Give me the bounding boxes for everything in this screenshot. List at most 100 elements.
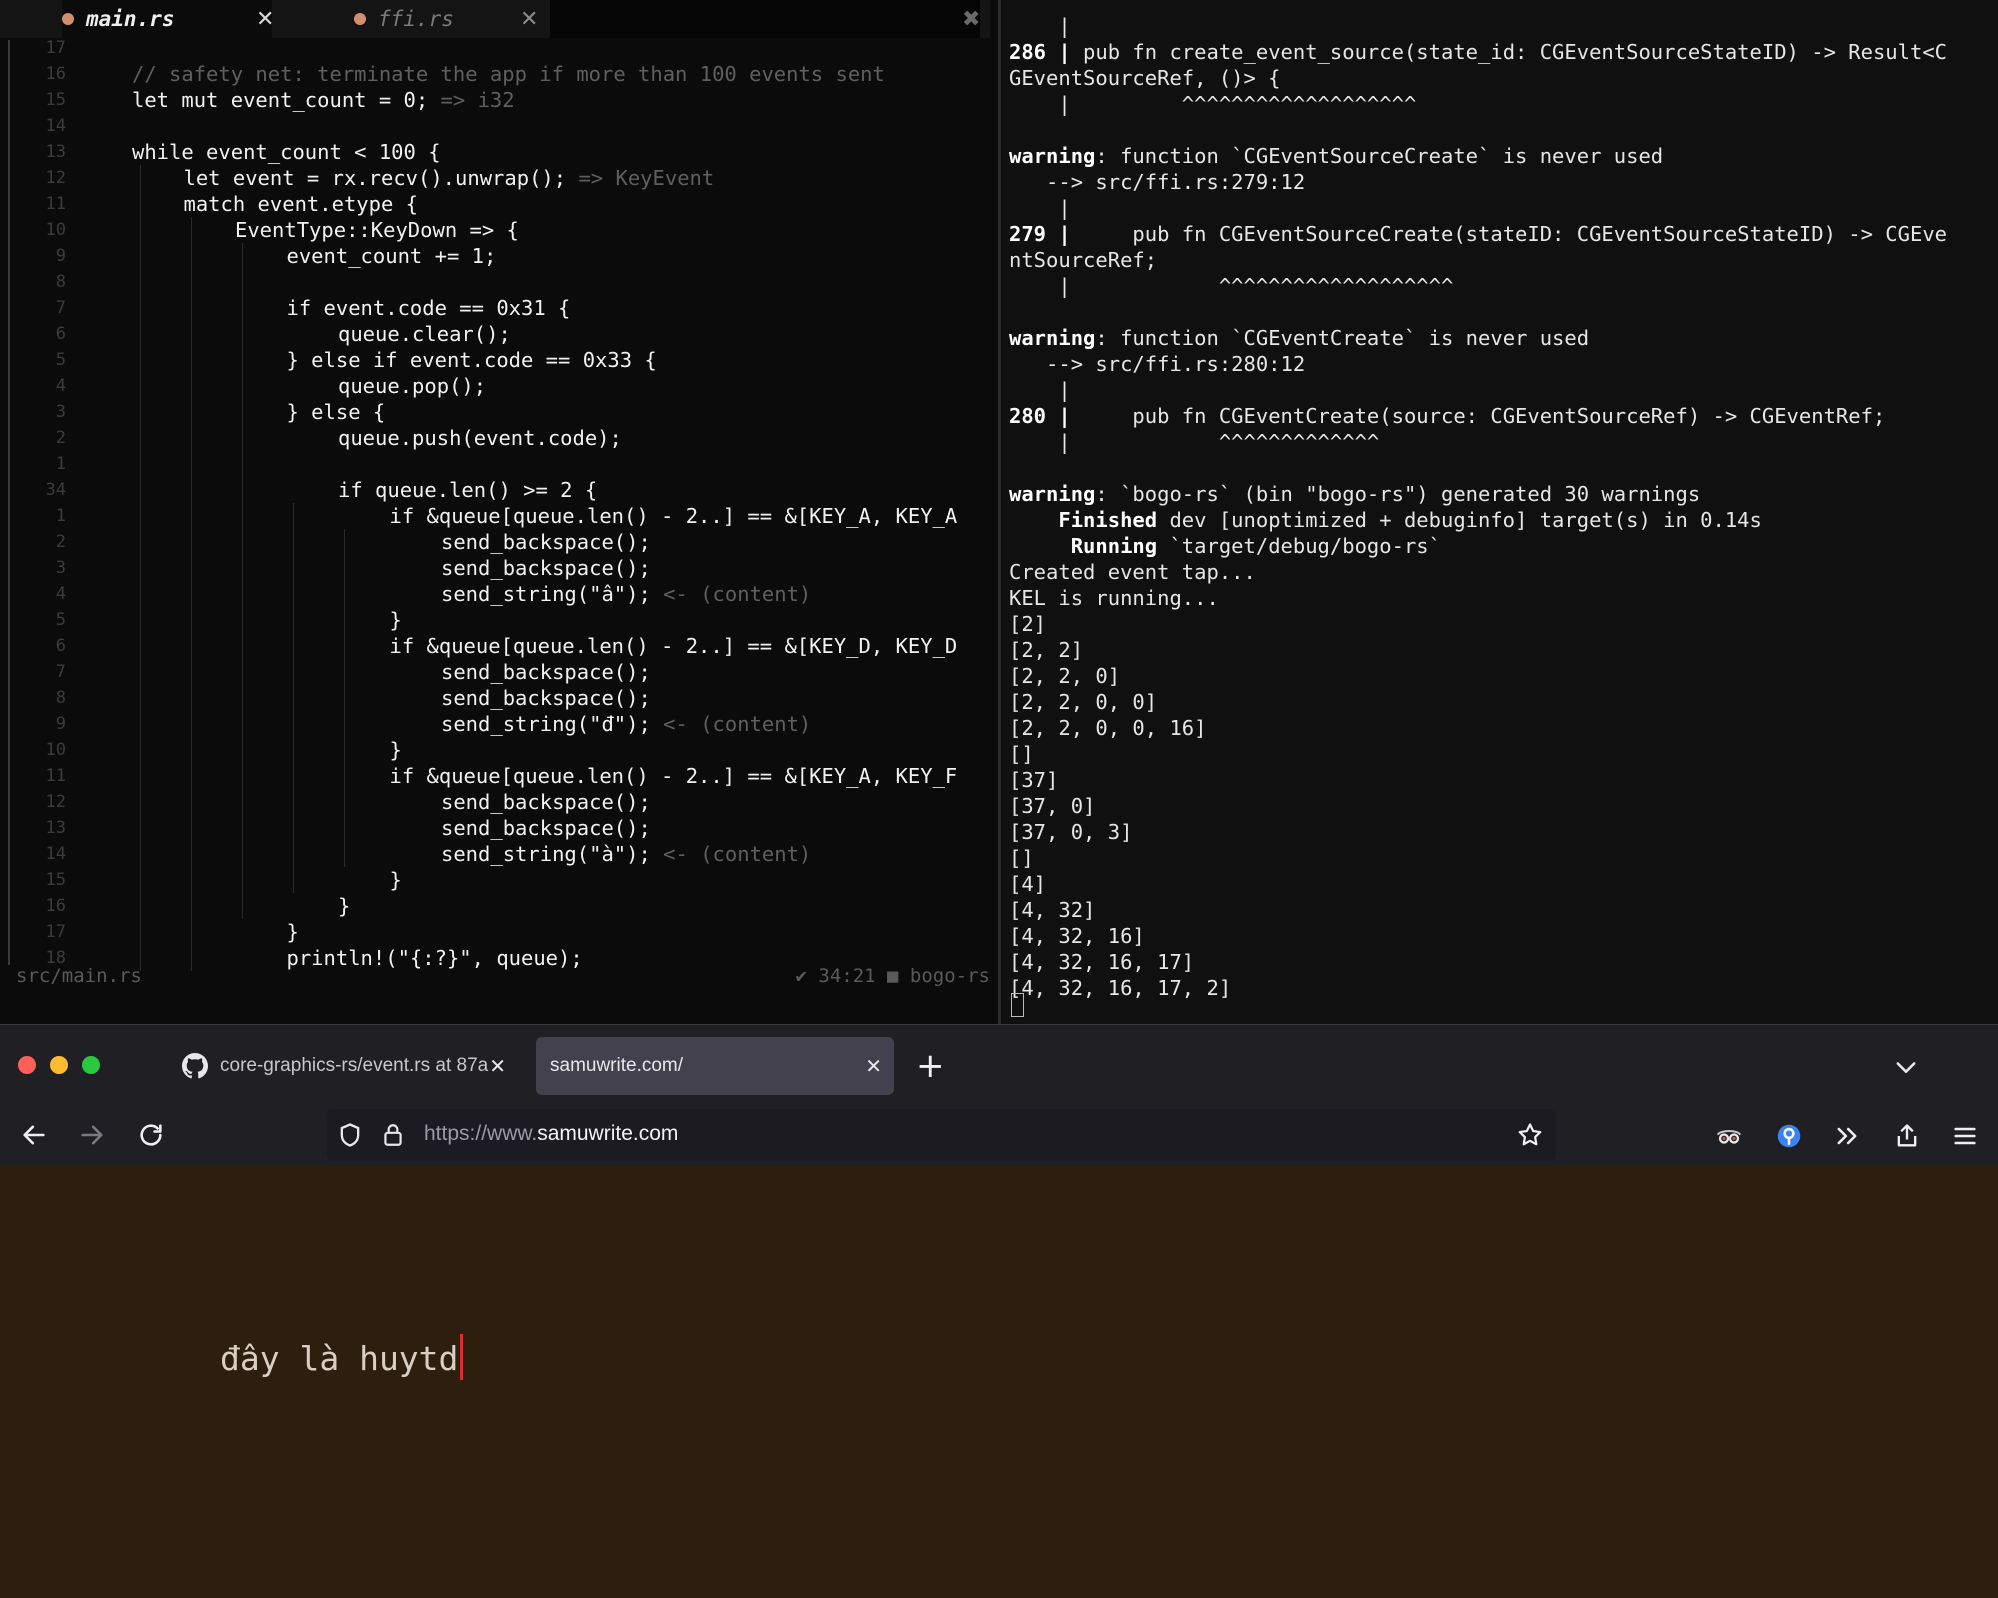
url-text[interactable]: https://www.samuwrite.com [424, 1122, 678, 1146]
code-line[interactable]: 2 queue.push(event.code); [0, 425, 990, 451]
code-line[interactable]: 4 queue.pop(); [0, 373, 990, 399]
extension-button[interactable] [1714, 1121, 1744, 1151]
code-line[interactable]: 8 [0, 269, 990, 295]
code-line[interactable]: 14 send_string("à"); <- (content) [0, 841, 990, 867]
code-line[interactable]: 15 let mut event_count = 0; => i32 [0, 87, 990, 113]
code-line[interactable]: 7 if event.code == 0x31 { [0, 295, 990, 321]
code-text: event_count += 1; [287, 243, 497, 269]
code-text: send_backspace(); [441, 789, 651, 815]
terminal-text: KEL is running... [1009, 586, 1219, 610]
maximize-window-button[interactable] [82, 1056, 100, 1074]
code-text: send_string("à"); <- (content) [441, 841, 811, 867]
code-line[interactable]: 10 EventType::KeyDown => { [0, 217, 990, 243]
minimize-window-button[interactable] [50, 1056, 68, 1074]
code-line[interactable]: 2 send_backspace(); [0, 529, 990, 555]
code-line[interactable]: 17} [0, 919, 990, 945]
tab-empty[interactable]: ✖ [550, 0, 980, 38]
web-page-content[interactable]: đây là huytd [0, 1166, 1998, 1598]
reload-button[interactable] [133, 1117, 169, 1153]
github-icon [182, 1053, 208, 1079]
star-icon[interactable] [1516, 1121, 1544, 1149]
chevron-down-icon[interactable] [1892, 1053, 1920, 1081]
browser-tab-label: core-graphics-rs/event.rs at 87a [220, 1055, 489, 1076]
code-line[interactable]: 12 send_backspace(); [0, 789, 990, 815]
line-number: 4 [55, 584, 66, 604]
code-line[interactable]: 6 queue.clear(); [0, 321, 990, 347]
lock-icon[interactable] [380, 1121, 406, 1149]
code-line[interactable]: 4 send_string("â"); <- (content) [0, 581, 990, 607]
code-line[interactable]: 14 [0, 113, 990, 139]
code-line[interactable]: 9 send_string("đ"); <- (content) [0, 711, 990, 737]
code-line[interactable]: 11 if &queue[queue.len() - 2..] == &[KEY_… [0, 763, 990, 789]
code-statement: } [389, 738, 402, 762]
line-number: 6 [55, 324, 66, 344]
code-line[interactable]: 1 [0, 451, 990, 477]
code-line[interactable]: 17 [0, 35, 990, 61]
close-tab-icon[interactable]: ✕ [489, 1054, 506, 1079]
code-statement: send_backspace(); [441, 790, 651, 814]
terminal-text: | [1009, 14, 1071, 38]
tab-label: main.rs [86, 7, 175, 31]
address-bar[interactable]: https://www.samuwrite.com [326, 1109, 1556, 1161]
code-text: } [338, 893, 350, 919]
new-tab-button[interactable]: + [916, 1047, 945, 1085]
close-icon[interactable]: ✖ [962, 7, 980, 32]
code-line[interactable]: 9 event_count += 1; [0, 243, 990, 269]
overflow-extensions-button[interactable] [1832, 1121, 1862, 1151]
code-line[interactable]: 1 if &queue[queue.len() - 2..] == &[KEY_A… [0, 503, 990, 529]
tab-main-rs[interactable]: main.rs ✕ [62, 0, 274, 38]
code-line[interactable]: 3 send_backspace(); [0, 555, 990, 581]
code-text: EventType::KeyDown => { [235, 217, 519, 243]
code-line[interactable]: 11 match event.etype { [0, 191, 990, 217]
code-line[interactable]: 6 if &queue[queue.len() - 2..] == &[KEY_D… [0, 633, 990, 659]
code-statement: let event = rx.recv().unwrap(); [183, 166, 567, 190]
close-window-button[interactable] [18, 1056, 36, 1074]
code-line[interactable]: 13 send_backspace(); [0, 815, 990, 841]
inlay-hint: <- (content) [650, 712, 812, 736]
code-line[interactable]: 12 let event = rx.recv().unwrap(); => Key… [0, 165, 990, 191]
code-editor[interactable]: main.rs ✕ ffi.rs ✕ ✖ 17 16// safety net: … [0, 0, 998, 1024]
code-line[interactable]: 5} else if event.code == 0x33 { [0, 347, 990, 373]
line-number: 17 [45, 38, 66, 58]
editor-status-bar: src/main.rs ✔ 34:21 ■ bogo-rs [0, 965, 990, 995]
browser-tab-samuwrite[interactable]: samuwrite.com/ ✕ [536, 1037, 894, 1095]
code-line[interactable]: 5} [0, 607, 990, 633]
share-button[interactable] [1892, 1121, 1922, 1151]
code-statement: send_backspace(); [441, 816, 651, 840]
close-icon[interactable]: ✕ [256, 7, 274, 32]
code-line[interactable]: 3} else { [0, 399, 990, 425]
code-text: if &queue[queue.len() - 2..] == &[KEY_A,… [390, 503, 958, 529]
code-line[interactable]: 16 // safety net: terminate the app if mo… [0, 61, 990, 87]
tab-ffi-rs[interactable]: ffi.rs ✕ [278, 0, 550, 38]
code-line[interactable]: 13 while event_count < 100 { [0, 139, 990, 165]
close-tab-icon[interactable]: ✕ [865, 1054, 882, 1079]
status-file-path: src/main.rs [16, 965, 142, 987]
browser-window: core-graphics-rs/event.rs at 87a ✕ samuw… [0, 1024, 1998, 1598]
code-line[interactable]: 8 send_backspace(); [0, 685, 990, 711]
close-icon[interactable]: ✕ [520, 7, 538, 32]
extension-button[interactable] [1774, 1121, 1804, 1151]
code-line[interactable]: 16} [0, 893, 990, 919]
code-line[interactable]: 34 if queue.len() >= 2 { [0, 477, 990, 503]
browser-tab-github[interactable]: core-graphics-rs/event.rs at 87a ✕ [172, 1037, 518, 1095]
terminal-line: warning: function `CGEventSourceCreate` … [1009, 143, 1663, 169]
code-area[interactable]: 17 16// safety net: terminate the app if … [0, 35, 990, 975]
line-number: 9 [55, 246, 66, 266]
terminal-line: warning: `bogo-rs` (bin "bogo-rs") gener… [1009, 481, 1700, 507]
code-statement: queue.pop(); [338, 374, 487, 398]
shield-icon[interactable] [336, 1121, 364, 1149]
editor-document[interactable]: đây là huytd [220, 1334, 464, 1380]
back-button[interactable] [16, 1117, 52, 1153]
forward-button[interactable] [74, 1117, 110, 1153]
code-line[interactable]: 7 send_backspace(); [0, 659, 990, 685]
code-line[interactable]: 15} [0, 867, 990, 893]
code-statement: let mut event_count = 0; [132, 88, 429, 112]
code-line[interactable]: 10} [0, 737, 990, 763]
terminal-text: | ^^^^^^^^^^^^^ [1009, 430, 1380, 454]
code-statement: send_string("đ"); [441, 712, 651, 736]
code-statement: while event_count < 100 { [132, 140, 441, 164]
line-number: 9 [55, 714, 66, 734]
menu-button[interactable] [1950, 1121, 1980, 1151]
terminal-line: --> src/ffi.rs:280:12 [1009, 351, 1305, 377]
terminal-pane[interactable]: | 286 | pub fn create_event_source(state_… [1001, 0, 1998, 1024]
